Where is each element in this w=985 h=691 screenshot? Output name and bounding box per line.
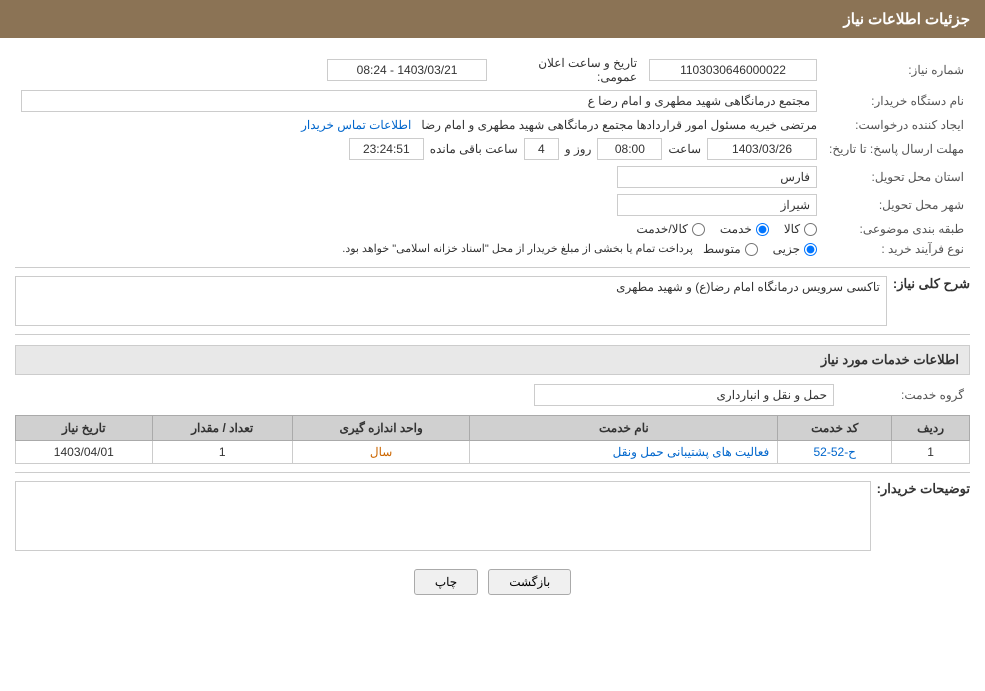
creator-label: ایجاد کننده درخواست: xyxy=(823,115,970,135)
category-both[interactable]: کالا/خدمت xyxy=(636,222,704,236)
response-days-label: روز و xyxy=(565,142,592,156)
main-info-table: شماره نیاز: 1103030646000022 تاریخ و ساع… xyxy=(15,53,970,259)
buttons-row: بازگشت چاپ xyxy=(15,569,970,610)
city-value: شیراز xyxy=(617,194,817,216)
col-header-unit: واحد اندازه گیری xyxy=(292,416,470,441)
city-label: شهر محل تحویل: xyxy=(823,191,970,219)
buyer-org-value: مجتمع درمانگاهی شهید مطهری و امام رضا ع xyxy=(21,90,817,112)
divider-1 xyxy=(15,267,970,268)
need-number-value: 1103030646000022 xyxy=(649,59,817,81)
province-cell: فارس xyxy=(15,163,823,191)
cell-unit: سال xyxy=(292,441,470,464)
service-group-cell: حمل و نقل و انبارداری xyxy=(15,381,840,409)
province-label: استان محل تحویل: xyxy=(823,163,970,191)
announce-datetime-cell: 1403/03/21 - 08:24 xyxy=(15,53,493,87)
purchase-type-label: نوع فرآیند خرید : xyxy=(823,239,970,259)
creator-cell: مرتضی خیریه مسئول امور قراردادها مجتمع د… xyxy=(15,115,823,135)
response-remaining-label: ساعت باقی مانده xyxy=(430,142,518,156)
cell-code: ح-52-52 xyxy=(778,441,892,464)
buyer-notes-label: توضیحات خریدار: xyxy=(877,481,970,497)
col-header-row: ردیف xyxy=(892,416,970,441)
response-time-label: ساعت xyxy=(668,142,701,156)
description-label: شرح کلی نیاز: xyxy=(893,276,970,292)
need-number-cell: 1103030646000022 xyxy=(643,53,823,87)
cell-row: 1 xyxy=(892,441,970,464)
table-row: 1 ح-52-52 فعالیت های پشتیبانی حمل ونقل س… xyxy=(16,441,970,464)
category-goods[interactable]: کالا xyxy=(784,222,817,236)
page-header: جزئیات اطلاعات نیاز xyxy=(0,0,985,38)
description-area: تاکسی سرویس درمانگاه امام رضا(ع) و شهید … xyxy=(15,276,887,326)
category-label: طبقه بندی موضوعی: xyxy=(823,219,970,239)
city-cell: شیراز xyxy=(15,191,823,219)
need-number-label: شماره نیاز: xyxy=(823,53,970,87)
services-table: ردیف کد خدمت نام خدمت واحد اندازه گیری ت… xyxy=(15,415,970,464)
description-value: تاکسی سرویس درمانگاه امام رضا(ع) و شهید … xyxy=(15,276,887,326)
announce-datetime-value: 1403/03/21 - 08:24 xyxy=(327,59,487,81)
response-days: 4 xyxy=(524,138,559,160)
purchase-type-note: پرداخت تمام یا بخشی از مبلغ خریدار از مح… xyxy=(21,242,693,255)
col-header-date: تاریخ نیاز xyxy=(16,416,153,441)
creator-value: مرتضی خیریه مسئول امور قراردادها مجتمع د… xyxy=(421,118,817,132)
buyer-org-cell: مجتمع درمانگاهی شهید مطهری و امام رضا ع xyxy=(15,87,823,115)
col-header-name: نام خدمت xyxy=(470,416,778,441)
purchase-medium[interactable]: متوسط xyxy=(703,242,758,256)
back-button[interactable]: بازگشت xyxy=(488,569,571,595)
response-deadline-label: مهلت ارسال پاسخ: تا تاریخ: xyxy=(823,135,970,163)
category-service[interactable]: خدمت xyxy=(720,222,769,236)
service-group-label: گروه خدمت: xyxy=(840,381,970,409)
response-deadline-cell: 1403/03/26 ساعت 08:00 روز و 4 ساعت باقی … xyxy=(15,135,823,163)
category-cell: کالا خدمت کالا/خدمت xyxy=(15,219,823,239)
print-button[interactable]: چاپ xyxy=(414,569,478,595)
service-group-table: گروه خدمت: حمل و نقل و انبارداری xyxy=(15,381,970,409)
buyer-notes-input[interactable] xyxy=(15,481,871,551)
page-title: جزئیات اطلاعات نیاز xyxy=(844,11,971,28)
services-section-title: اطلاعات خدمات مورد نیاز xyxy=(15,345,970,375)
cell-date: 1403/04/01 xyxy=(16,441,153,464)
buyer-notes-area xyxy=(15,481,871,554)
province-value: فارس xyxy=(617,166,817,188)
service-group-value: حمل و نقل و انبارداری xyxy=(534,384,834,406)
col-header-quantity: تعداد / مقدار xyxy=(152,416,292,441)
response-remaining: 23:24:51 xyxy=(349,138,424,160)
divider-2 xyxy=(15,334,970,335)
buyer-org-label: نام دستگاه خریدار: xyxy=(823,87,970,115)
announce-datetime-label: تاریخ و ساعت اعلان عمومی: xyxy=(493,53,643,87)
response-time: 08:00 xyxy=(597,138,662,160)
purchase-type-cell: جزیی متوسط پرداخت تمام یا بخشی از مبلغ خ… xyxy=(15,239,823,259)
cell-quantity: 1 xyxy=(152,441,292,464)
buyer-notes-section: توضیحات خریدار: xyxy=(15,481,970,554)
cell-name: فعالیت های پشتیبانی حمل ونقل xyxy=(470,441,778,464)
col-header-code: کد خدمت xyxy=(778,416,892,441)
response-date: 1403/03/26 xyxy=(707,138,817,160)
creator-link[interactable]: اطلاعات تماس خریدار xyxy=(301,118,411,132)
divider-3 xyxy=(15,472,970,473)
description-section: شرح کلی نیاز: تاکسی سرویس درمانگاه امام … xyxy=(15,276,970,326)
purchase-partial[interactable]: جزیی xyxy=(773,242,817,256)
